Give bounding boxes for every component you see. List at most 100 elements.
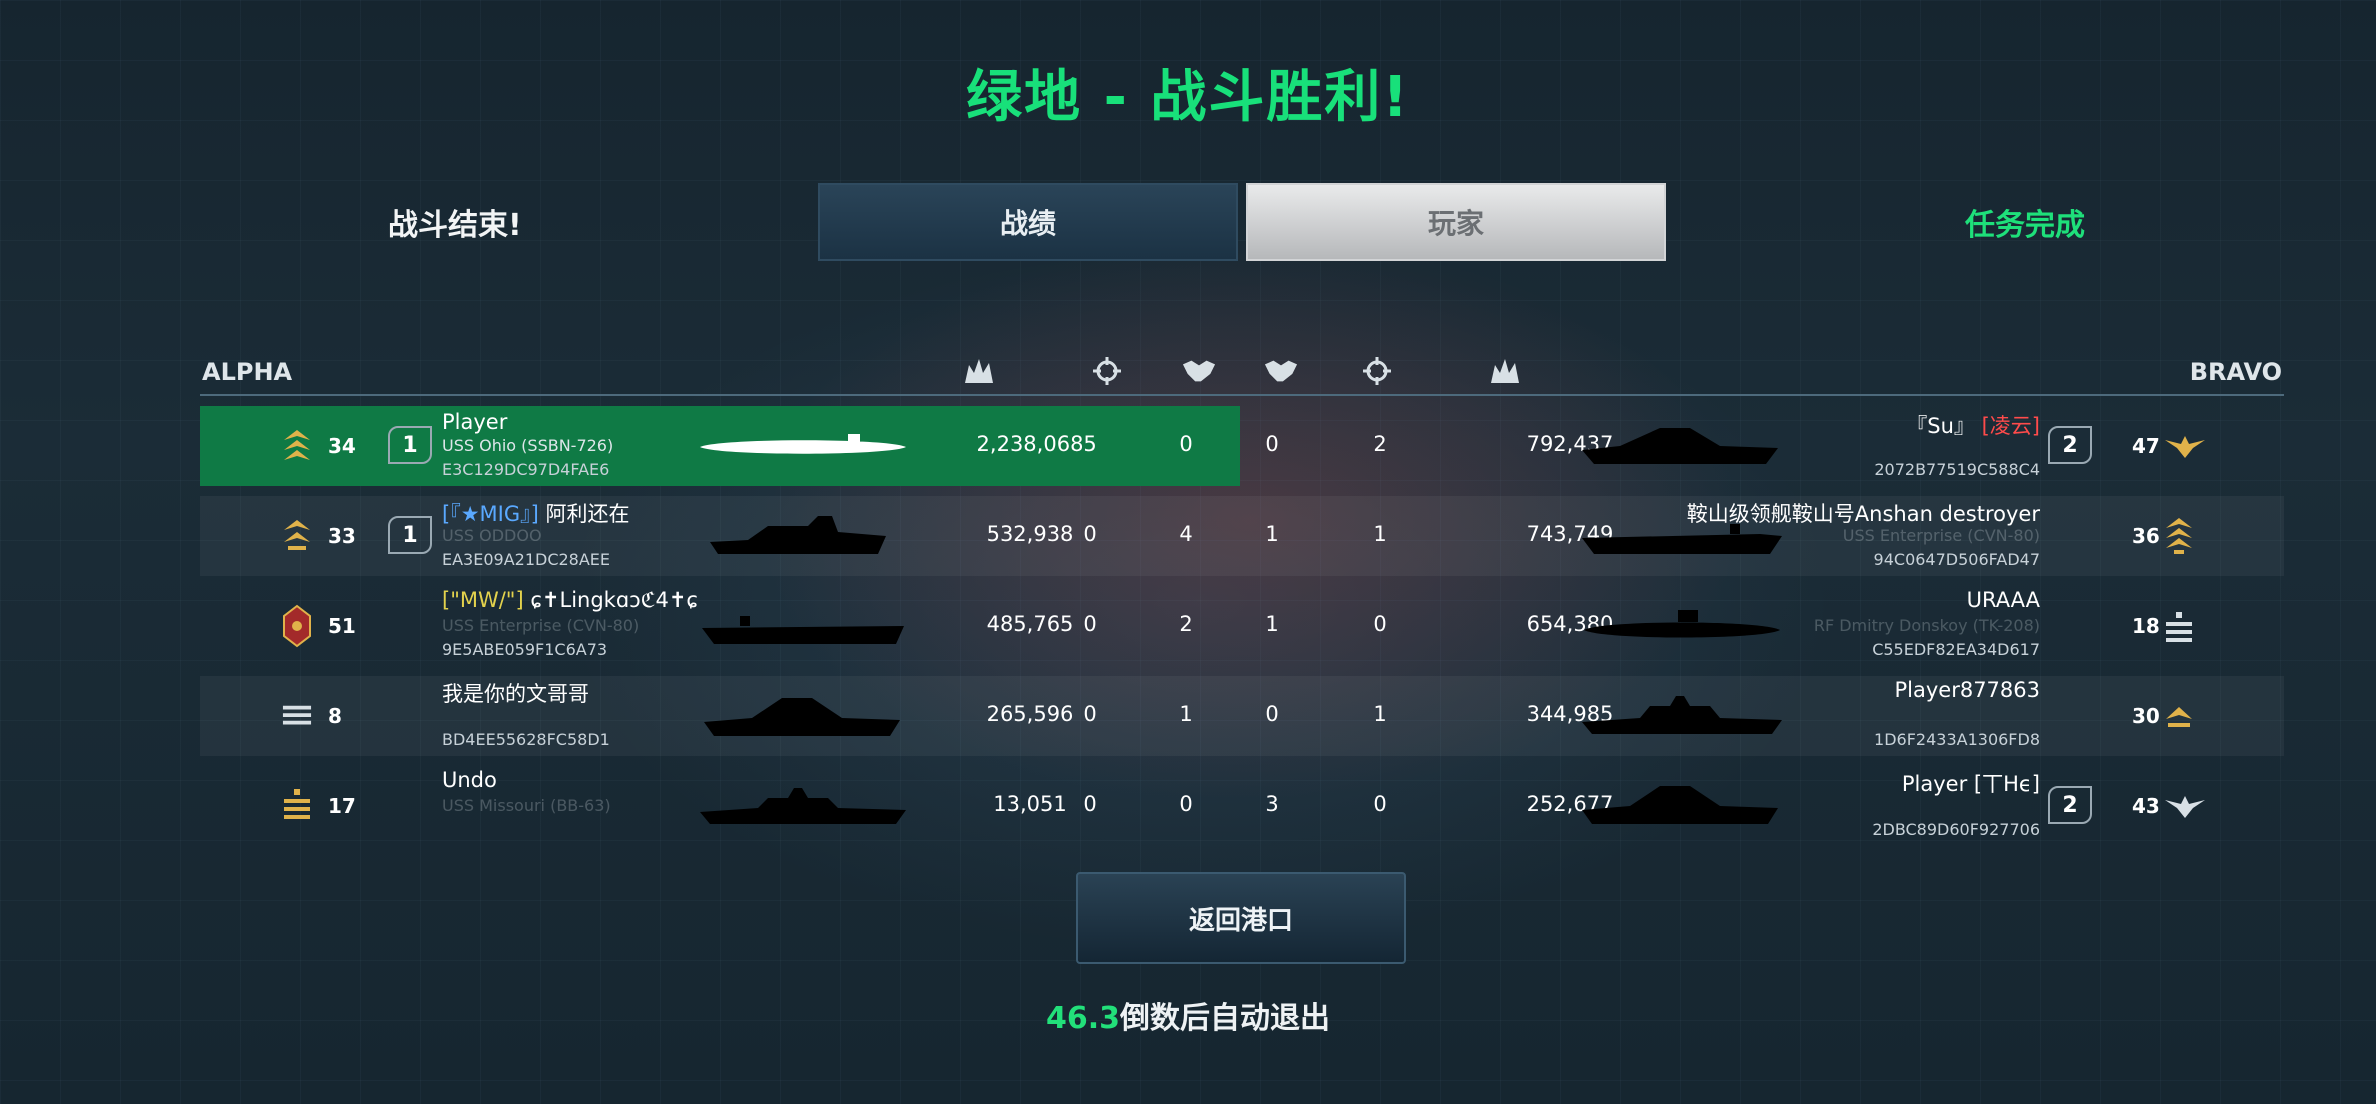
player-name[interactable]: Player877863 xyxy=(1894,678,2040,702)
kills-value: 2 xyxy=(1373,432,1387,456)
handshake-icon xyxy=(1264,356,1298,386)
assists-value: 1 xyxy=(1265,522,1279,546)
kills-value: 0 xyxy=(1083,702,1097,726)
player-name[interactable]: Player xyxy=(442,410,507,434)
player-name[interactable]: URAAA xyxy=(1967,588,2040,612)
rank-medal-icon xyxy=(282,604,312,648)
submarine-silhouette-icon xyxy=(1582,606,1782,646)
ship-name: USS Ohio (SSBN-726) xyxy=(442,436,614,455)
player-id: 2DBC89D60F927706 xyxy=(1872,820,2040,839)
clan-tag: 『Su』 xyxy=(1906,414,1975,438)
player-name-text: 阿利还在 xyxy=(545,502,630,526)
kills-value: 5 xyxy=(1083,432,1097,456)
player-id: C55EDF82EA34D617 xyxy=(1872,640,2040,659)
player-id: 2072B77519C588C4 xyxy=(1874,460,2040,479)
assists-value: 0 xyxy=(1179,792,1193,816)
assists-value: 0 xyxy=(1265,432,1279,456)
crosshair-icon xyxy=(1360,356,1394,386)
player-rank: 36 xyxy=(2132,524,2160,548)
player-name-text: ɕ✝Lingkɑɔℭ4✝ɕ xyxy=(530,588,698,612)
player-id: 1D6F2433A1306FD8 xyxy=(1874,730,2040,749)
ship-name: RF Dmitry Donskoy (TK-208) xyxy=(1813,616,2040,635)
return-to-port-button[interactable]: 返回港口 xyxy=(1076,872,1406,964)
player-name-text: [凌云] xyxy=(1981,414,2040,438)
player-name[interactable]: 『Su』 [凌云] xyxy=(1906,410,2040,440)
player-id: E3C129DC97D4FAE6 xyxy=(442,460,610,479)
carrier-silhouette-icon xyxy=(1580,780,1780,830)
battleship-silhouette-icon xyxy=(698,786,908,830)
carrier-silhouette-icon xyxy=(702,692,902,742)
kills-value: 0 xyxy=(1083,522,1097,546)
player-name[interactable]: [『★MIG』] 阿利还在 xyxy=(442,498,629,528)
rank-chevron-icon xyxy=(282,428,312,464)
table-row[interactable]: 34 1 Player USS Ohio (SSBN-726) E3C129DC… xyxy=(200,406,2284,486)
team-bravo-label: BRAVO xyxy=(2189,358,2282,386)
rank-eagle-icon xyxy=(2162,428,2208,464)
kills-value: 0 xyxy=(1373,612,1387,636)
kills-value: 0 xyxy=(1083,612,1097,636)
rank-eagle-icon xyxy=(2162,788,2208,824)
explosion-icon xyxy=(962,356,996,386)
player-name[interactable]: 我是你的文哥哥 xyxy=(442,678,589,708)
team-alpha-label: ALPHA xyxy=(202,358,293,386)
kills-value: 1 xyxy=(1373,702,1387,726)
player-rank: 47 xyxy=(2132,434,2160,458)
tab-players[interactable]: 玩家 xyxy=(1246,183,1666,261)
player-rank: 30 xyxy=(2132,704,2160,728)
kills-value: 1 xyxy=(1373,522,1387,546)
squad-badge: 1 xyxy=(388,426,432,464)
player-rank: 33 xyxy=(328,524,356,548)
player-name-text: Player xyxy=(442,410,508,434)
rank-bars-icon xyxy=(282,788,312,824)
player-rank: 8 xyxy=(328,704,342,728)
player-id: BD4EE55628FC58D1 xyxy=(442,730,610,749)
player-name[interactable]: 鞍山级领舰鞍山号Anshan destroyer xyxy=(1687,498,2040,528)
player-name[interactable]: Undo xyxy=(442,768,497,792)
ship-name: USS Missouri (BB-63) xyxy=(442,796,611,815)
assists-value: 0 xyxy=(1179,432,1193,456)
clan-tag: [『★MIG』] xyxy=(442,502,539,526)
assists-value: 0 xyxy=(1265,702,1279,726)
kills-value: 0 xyxy=(1373,792,1387,816)
player-name[interactable]: ["MW/"] ɕ✝Lingkɑɔℭ4✝ɕ xyxy=(442,588,698,612)
countdown-text: 倒数后自动退出 xyxy=(1120,1001,1331,1036)
player-rank: 51 xyxy=(328,614,356,638)
player-rank: 18 xyxy=(2132,614,2160,638)
rank-stripes-icon xyxy=(282,698,312,734)
player-id: 94C0647D506FAD47 xyxy=(1873,550,2040,569)
rank-chevron-icon xyxy=(2164,698,2194,734)
assists-value: 2 xyxy=(1179,612,1193,636)
carrier-silhouette-icon xyxy=(700,612,906,650)
player-id: EA3E09A21DC28AEE xyxy=(442,550,611,569)
header-divider xyxy=(200,394,2284,396)
assists-value: 1 xyxy=(1179,702,1193,726)
auto-exit-countdown: 46.3倒数后自动退出 xyxy=(0,993,2376,1037)
submarine-silhouette-icon xyxy=(698,430,908,464)
player-name[interactable]: Player [丅Hϵ] xyxy=(1902,768,2040,798)
handshake-icon xyxy=(1182,356,1216,386)
kills-value: 0 xyxy=(1083,792,1097,816)
table-row[interactable]: 8 我是你的文哥哥 BD4EE55628FC58D1 265,596 0 1 0… xyxy=(200,676,2284,756)
carrier-silhouette-icon xyxy=(1580,424,1780,470)
warship-silhouette-icon xyxy=(708,512,888,562)
rank-chevron-icon xyxy=(282,518,312,554)
explosion-icon xyxy=(1488,356,1522,386)
assists-value: 1 xyxy=(1265,612,1279,636)
assists-value: 4 xyxy=(1179,522,1193,546)
clan-tag: ["MW/"] xyxy=(442,588,524,612)
player-rank: 17 xyxy=(328,794,356,818)
squad-badge: 2 xyxy=(2048,426,2092,464)
table-row[interactable]: 33 1 [『★MIG』] 阿利还在 USS ODDOO EA3E09A21DC… xyxy=(200,496,2284,576)
tab-stats[interactable]: 战绩 xyxy=(818,183,1238,261)
table-row[interactable]: 51 ["MW/"] ɕ✝Lingkɑɔℭ4✝ɕ USS Enterprise … xyxy=(200,586,2284,666)
mission-complete-label: 任务完成 xyxy=(1965,208,2085,243)
battle-end-label: 战斗结束! xyxy=(388,208,522,243)
assists-value: 3 xyxy=(1265,792,1279,816)
player-id: 9E5ABE059F1C6A73 xyxy=(442,640,608,659)
crosshair-icon xyxy=(1090,356,1124,386)
ship-name: USS ODDOO xyxy=(442,526,542,545)
rank-bars-icon xyxy=(2164,608,2194,644)
table-row[interactable]: 17 Undo USS Missouri (BB-63) 13,051 0 0 … xyxy=(200,766,2284,846)
squad-badge: 1 xyxy=(388,516,432,554)
ship-name: USS Enterprise (CVN-80) xyxy=(1842,526,2040,545)
